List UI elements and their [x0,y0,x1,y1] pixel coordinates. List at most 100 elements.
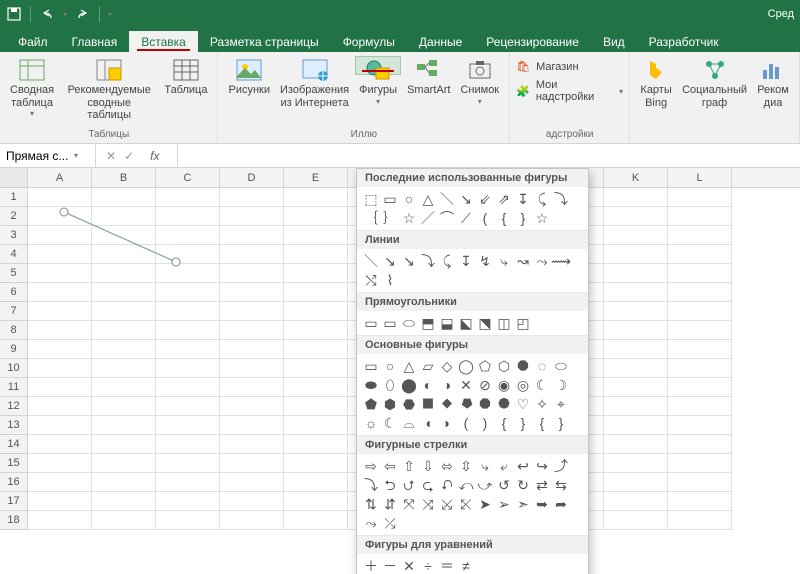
cell[interactable] [284,321,348,340]
shape-option[interactable]: ☆ [534,210,550,226]
column-header[interactable]: B [92,168,156,187]
row-header[interactable]: 7 [0,302,28,321]
shape-option[interactable]: ⤴ [553,458,569,474]
cell[interactable] [156,511,220,530]
shape-option[interactable]: ➢ [496,496,512,512]
shape-option[interactable]: ⤷ [477,458,493,474]
shape-option[interactable]: ⬡ [496,358,512,374]
cell[interactable] [284,454,348,473]
shape-option[interactable]: ⤶ [496,458,512,474]
cell[interactable] [284,492,348,511]
row-header[interactable]: 6 [0,283,28,302]
shape-option[interactable]: ⯃ [477,396,493,412]
cell[interactable] [156,321,220,340]
shape-option[interactable]: － [382,558,398,574]
cell[interactable] [668,302,732,321]
shape-option[interactable]: ⤻ [477,477,493,493]
cell[interactable] [92,359,156,378]
shape-option[interactable]: ◌ [534,358,550,374]
shape-option[interactable]: ➤ [477,496,493,512]
shape-option[interactable]: } [515,210,531,226]
cell[interactable] [284,264,348,283]
shape-option[interactable]: ⇦ [382,458,398,474]
cell[interactable] [220,226,284,245]
cell[interactable] [284,416,348,435]
shape-option[interactable]: △ [401,358,417,374]
cell[interactable] [220,416,284,435]
column-header[interactable]: A [28,168,92,187]
cell[interactable] [156,397,220,416]
fx-icon[interactable]: fx [142,149,167,163]
shape-option[interactable]: ⮎ [420,477,436,493]
cell[interactable] [92,340,156,359]
shape-option[interactable]: ⬟ [363,396,379,412]
cell[interactable] [668,207,732,226]
shape-option[interactable]: ↯ [477,253,493,269]
tab-file[interactable]: Файл [6,31,60,52]
cell[interactable] [220,321,284,340]
shape-option[interactable]: ＼ [363,253,379,269]
shape-option[interactable]: ＋ [363,558,379,574]
shape-option[interactable]: ↩ [515,458,531,474]
cell[interactable] [92,473,156,492]
column-header[interactable]: E [284,168,348,187]
cell[interactable] [284,378,348,397]
cell[interactable] [604,511,668,530]
cell[interactable] [668,473,732,492]
cell[interactable] [156,302,220,321]
shape-option[interactable]: ⤳ [363,515,379,531]
shape-option[interactable]: ⬯ [382,377,398,393]
shape-option[interactable]: ✕ [401,558,417,574]
undo-icon[interactable] [39,6,55,22]
shape-option[interactable]: ⌖ [553,396,569,412]
cell[interactable] [28,397,92,416]
cell[interactable] [156,283,220,302]
row-header[interactable]: 18 [0,511,28,530]
shape-option[interactable]: ÷ [420,558,436,574]
cell[interactable] [668,435,732,454]
shape-option[interactable]: ⤰ [382,515,398,531]
shape-option[interactable]: ⤹ [439,253,455,269]
shape-option[interactable]: ＝ [439,558,455,574]
tab-home[interactable]: Главная [60,31,130,52]
cell[interactable] [92,435,156,454]
row-header[interactable]: 8 [0,321,28,340]
shapes-button[interactable]: Фигуры ▾ [355,56,401,75]
shape-option[interactable]: ⤩ [439,496,455,512]
row-header[interactable]: 10 [0,359,28,378]
cell[interactable] [92,454,156,473]
cell[interactable] [28,454,92,473]
cell[interactable] [92,302,156,321]
cell[interactable] [284,340,348,359]
shape-option[interactable]: ▭ [363,315,379,331]
shape-option[interactable]: ⬤ [401,377,417,393]
cell[interactable] [220,283,284,302]
shape-option[interactable]: ⇆ [553,477,569,493]
shape-option[interactable]: ➦ [553,496,569,512]
cell[interactable] [604,435,668,454]
cell[interactable] [604,359,668,378]
cell[interactable] [668,340,732,359]
shape-option[interactable]: ⤨ [420,496,436,512]
row-header[interactable]: 1 [0,188,28,207]
column-header[interactable]: C [156,168,220,187]
cell[interactable] [28,359,92,378]
tab-review[interactable]: Рецензирование [474,31,591,52]
shape-option[interactable]: ◯ [458,358,474,374]
cell[interactable] [28,340,92,359]
cell[interactable] [604,188,668,207]
shape-option[interactable]: ⯄ [496,396,512,412]
shape-option[interactable]: ▭ [363,358,379,374]
tab-formulas[interactable]: Формулы [331,31,407,52]
shape-option[interactable]: ⬕ [458,315,474,331]
qat-customize-icon[interactable]: ▾ [108,10,112,19]
cell[interactable] [604,397,668,416]
shape-option[interactable]: ⤹ [534,191,550,207]
shape-option[interactable]: ◐ [420,377,436,393]
shape-option[interactable]: ⤷ [496,253,512,269]
shape-option[interactable]: ♡ [515,396,531,412]
shape-option[interactable]: ◑ [439,377,455,393]
cell[interactable] [220,397,284,416]
shape-option[interactable]: ⊘ [477,377,493,393]
my-addins-button[interactable]: 🧩Мои надстройки▾ [516,79,623,103]
